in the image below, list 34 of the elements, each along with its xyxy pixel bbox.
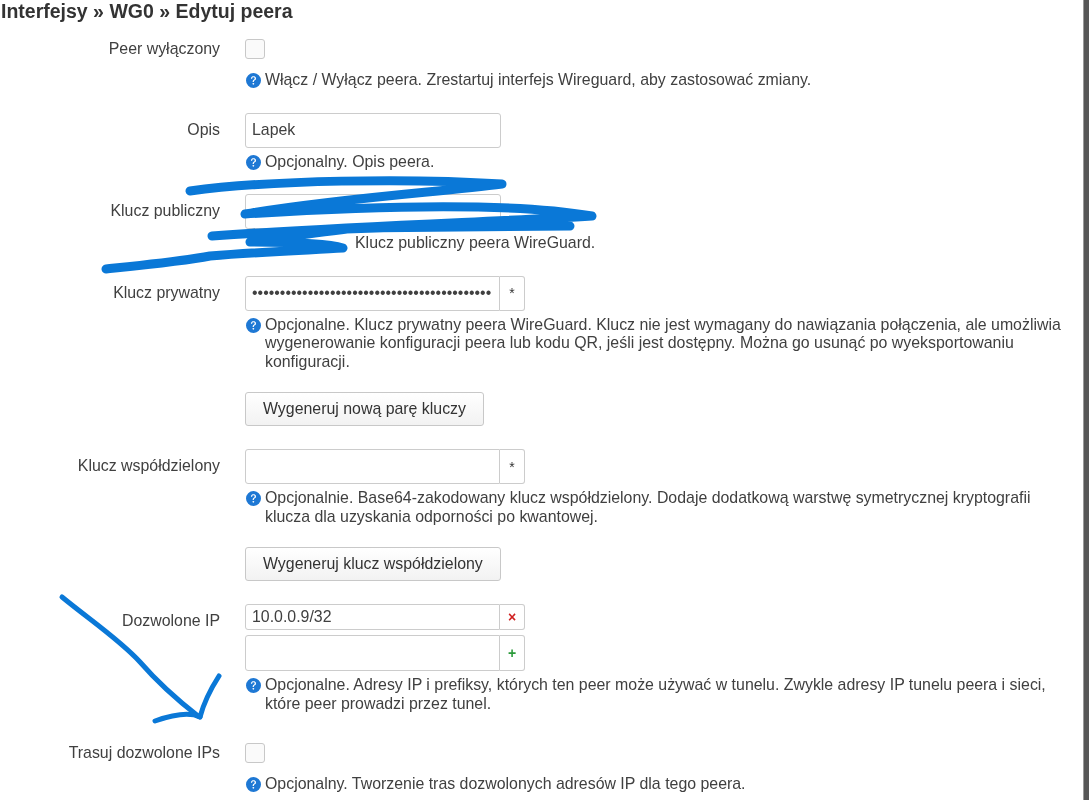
remove-button[interactable]: ×: [500, 604, 525, 630]
asterisk-button[interactable]: *: [500, 449, 525, 484]
help-icon: [246, 73, 261, 88]
help-icon: [246, 317, 261, 333]
hint-text: Opcjonalnie. Base64-zakodowany klucz współdzielony. Dodaje dodatkową warstwę symetrycznej kryptografii klucza dla uzyskania odporności po kwantowej.: [265, 489, 1032, 526]
checkbox[interactable]: [245, 743, 265, 763]
generate-button[interactable]: Wygeneruj nową parę kluczy: [245, 392, 484, 426]
field-label: Klucz współdzielony: [77, 457, 220, 475]
input-field[interactable]: •••••••••••••••••••••••••••••••••••••••••••: [245, 275, 500, 311]
page-title: Interfejsy » WG0 » Edytuj peera: [0, 0, 293, 22]
field-label: Klucz prywatny: [113, 283, 220, 302]
asterisk-button[interactable]: *: [500, 275, 525, 311]
field-label: Peer wyłączony: [108, 40, 220, 58]
help-icon: [246, 777, 261, 792]
input-field[interactable]: Lapek: [245, 112, 501, 148]
field-label: Opis: [187, 120, 220, 139]
input-field[interactable]: 10.0.0.9/32: [245, 604, 500, 630]
hint-text: Klucz publiczny peera WireGuard.: [355, 234, 596, 253]
hint-text: Opcjonalne. Klucz prywatny peera WireGuard. Klucz nie jest wymagany do nawiązania połączenia, ale umożliwia wygenerowanie konfiguracji peera lub kodu QR, jeśli jest dostępny. Można go usunąć po wyeksportowaniu konfiguracji.: [265, 315, 1062, 371]
field-label: Trasuj dozwolone IPs: [68, 744, 220, 762]
hint-text: Opcjonalne. Adresy IP i prefiksy, których ten peer może używać w tunelu. Zwykle adresy IP tunelu peera i sieci, które peer prowadzi przez tunel.: [265, 676, 1047, 713]
help-icon: [246, 491, 261, 506]
add-button[interactable]: +: [500, 635, 525, 671]
field-label: Klucz publiczny: [110, 202, 220, 220]
hint-text: Opcjonalny. Tworzenie tras dozwolonych adresów IP dla tego peera.: [265, 775, 746, 794]
checkbox[interactable]: [245, 39, 265, 59]
help-icon: [246, 154, 261, 170]
input-field[interactable]: [245, 635, 500, 671]
hint-text: Opcjonalny. Opis peera.: [265, 152, 435, 171]
field-label: Dozwolone IP: [121, 612, 220, 630]
help-icon: [246, 678, 261, 693]
input-field[interactable]: [245, 449, 500, 484]
hint-text: Włącz / Wyłącz peera. Zrestartuj interfejs Wireguard, aby zastosować zmiany.: [265, 71, 812, 90]
generate-button[interactable]: Wygeneruj klucz współdzielony: [245, 547, 501, 581]
